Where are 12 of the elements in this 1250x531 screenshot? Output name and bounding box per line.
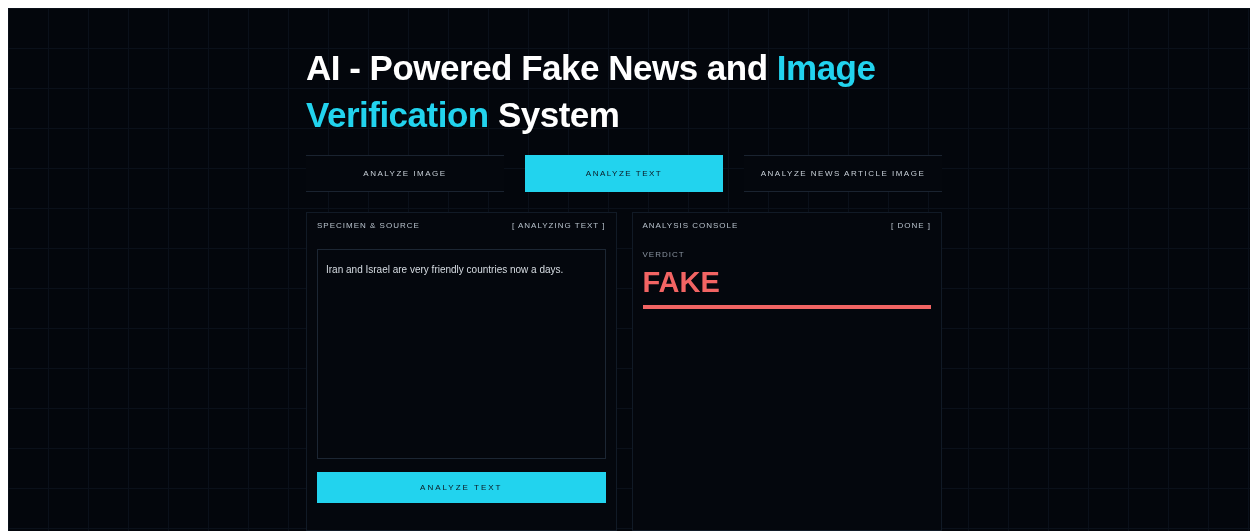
panel-heading: SPECIMEN & SOURCE [317,220,420,232]
verdict-text: FAKE [642,265,721,299]
tab[interactable]: ANALYZE NEWS ARTICLE IMAGE [744,155,942,192]
tab[interactable]: ANALYZE TEXT [525,155,723,192]
panel-status: [ DONE ] [891,220,931,232]
verdict-label: VERDICT [642,249,686,261]
panel-heading: ANALYSIS CONSOLE [642,220,739,232]
panel-status: [ ANALYZING TEXT ] [511,220,606,232]
page-title: AI - Powered Fake News and Image Verification System [306,47,877,136]
analyze-text-button[interactable]: ANALYZE TEXT [317,472,606,503]
tab[interactable]: ANALYZE IMAGE [306,155,504,192]
text-input-field[interactable]: Iran and Israel are very friendly countries now a days. [317,249,606,459]
